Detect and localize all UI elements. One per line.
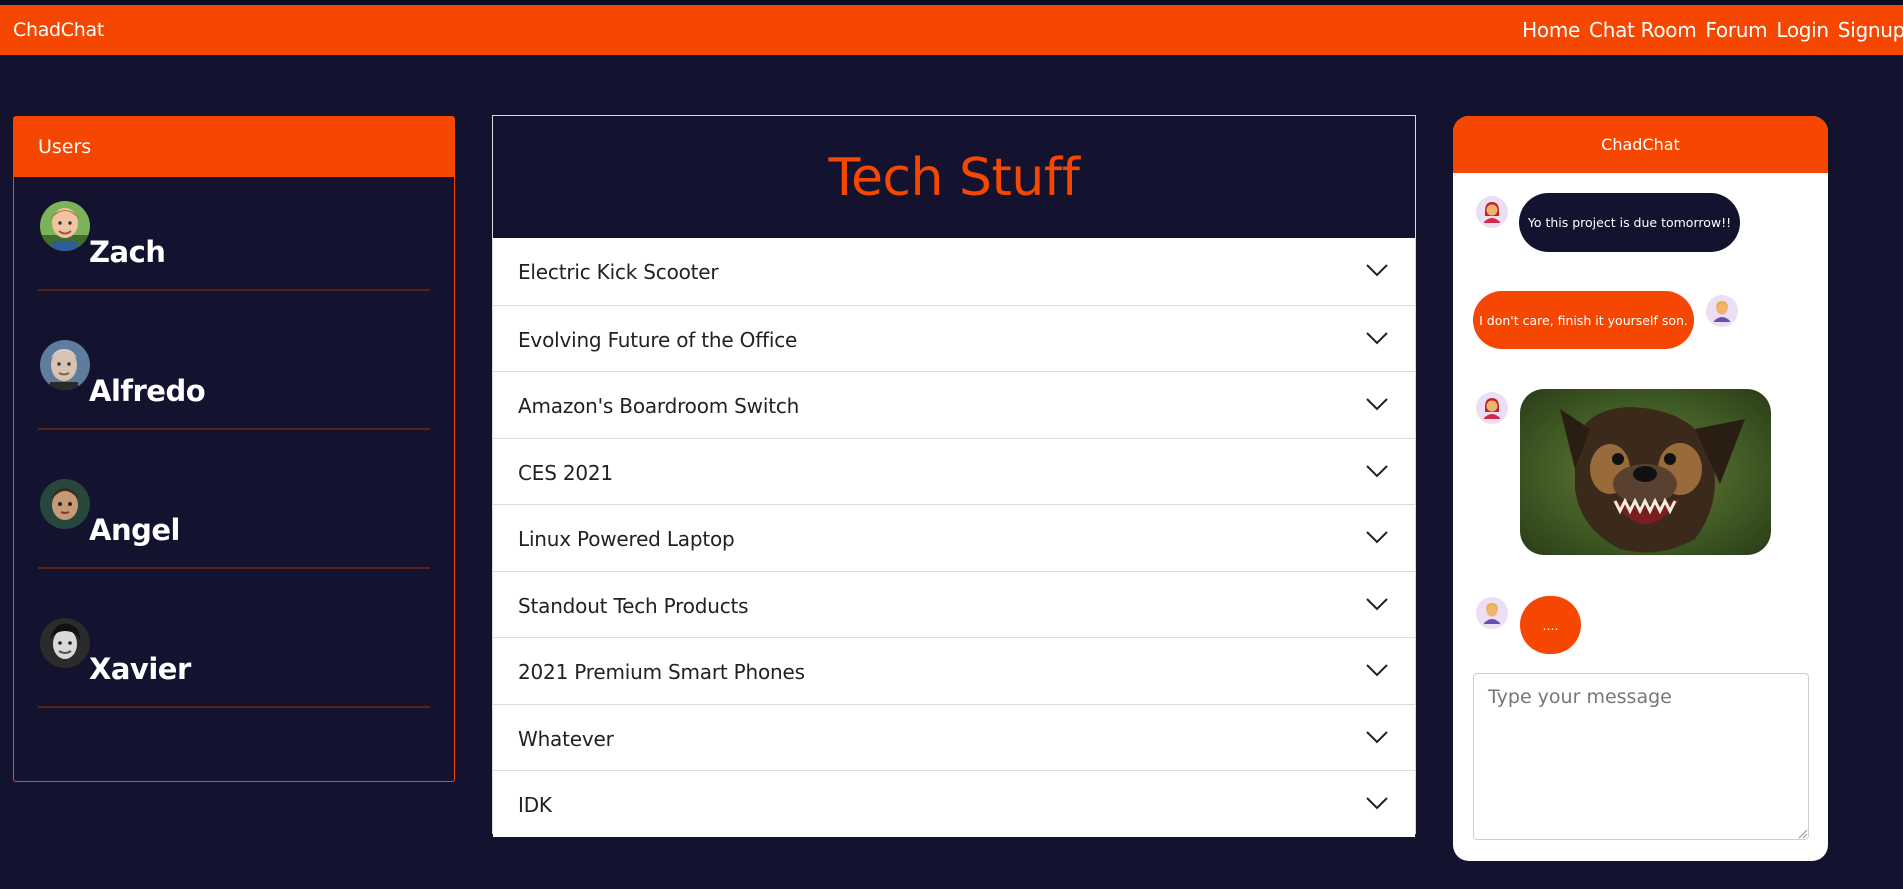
female-user-icon	[1476, 196, 1508, 228]
chevron-down-icon	[1366, 264, 1388, 277]
users-header: Users	[14, 117, 454, 177]
nav-link-chat-room[interactable]: Chat Room	[1589, 19, 1697, 41]
user-item-xavier[interactable]: Xavier	[38, 594, 430, 708]
user-item-zach[interactable]: Zach	[38, 177, 430, 291]
user-name: Xavier	[89, 652, 191, 686]
nav-link-forum[interactable]: Forum	[1705, 19, 1767, 41]
accordion-label: 2021 Premium Smart Phones	[518, 660, 805, 684]
resize-grip-icon[interactable]	[1796, 827, 1808, 839]
accordion-item[interactable]: Standout Tech Products	[493, 570, 1415, 637]
navbar: ChadChat Home Chat Room Forum Login Sign…	[0, 5, 1903, 55]
chat-typing-bubble: ....	[1520, 596, 1581, 654]
avatar	[40, 201, 90, 251]
female-user-icon	[1476, 392, 1508, 424]
chat-message-bubble: Yo this project is due tomorrow!!	[1519, 193, 1740, 252]
chevron-down-icon	[1366, 464, 1388, 477]
chevron-down-icon	[1366, 398, 1388, 411]
users-panel: Users Zach Alfredo Angel Xavier	[13, 116, 455, 782]
accordion-item[interactable]: Evolving Future of the Office	[493, 304, 1415, 371]
user-item-alfredo[interactable]: Alfredo	[38, 316, 430, 430]
message-input[interactable]	[1473, 673, 1809, 840]
forum-panel: Tech Stuff Electric Kick Scooter Evolvin…	[492, 115, 1416, 837]
forum-title: Tech Stuff	[828, 148, 1080, 208]
accordion-item[interactable]: CES 2021	[493, 437, 1415, 504]
user-name: Alfredo	[89, 374, 206, 408]
user-name: Angel	[89, 513, 180, 547]
chat-message-bubble: I don't care, finish it yourself son.	[1473, 291, 1694, 349]
accordion-label: Linux Powered Laptop	[518, 527, 735, 551]
avatar	[40, 340, 90, 390]
accordion-item[interactable]: Electric Kick Scooter	[493, 238, 1415, 305]
user-name: Zach	[89, 235, 166, 269]
avatar	[40, 479, 90, 529]
accordion-label: Whatever	[518, 726, 614, 751]
chevron-down-icon	[1366, 331, 1388, 344]
accordion-label: Standout Tech Products	[518, 593, 749, 618]
accordion-item[interactable]: Whatever	[493, 703, 1415, 770]
nav-link-login[interactable]: Login	[1776, 19, 1829, 41]
nav-link-home[interactable]: Home	[1522, 19, 1580, 41]
chat-panel: ChadChat Yo this project is due tomorrow…	[1453, 116, 1828, 861]
chevron-down-icon	[1366, 664, 1388, 677]
accordion-label: Evolving Future of the Office	[518, 327, 798, 352]
male-user-icon	[1476, 597, 1508, 629]
male-user-icon	[1706, 295, 1738, 327]
avatar	[40, 618, 90, 668]
chevron-down-icon	[1366, 597, 1388, 610]
user-item-angel[interactable]: Angel	[38, 455, 430, 569]
chat-header: ChadChat	[1453, 116, 1828, 173]
accordion-label: CES 2021	[518, 460, 613, 485]
chevron-down-icon	[1366, 730, 1388, 743]
accordion-item[interactable]: Amazon's Boardroom Switch	[493, 371, 1415, 438]
accordion-item[interactable]: 2021 Premium Smart Phones	[493, 637, 1415, 704]
forum-header: Tech Stuff	[493, 116, 1415, 238]
accordion-label: IDK	[518, 793, 552, 817]
brand-logo[interactable]: ChadChat	[13, 19, 104, 41]
nav-link-signup[interactable]: Signup	[1838, 19, 1903, 41]
accordion-label: Electric Kick Scooter	[518, 260, 719, 284]
forum-accordion: Electric Kick Scooter Evolving Future of…	[493, 238, 1415, 837]
chat-image-angry-dog[interactable]	[1520, 389, 1771, 555]
chevron-down-icon	[1366, 797, 1388, 810]
nav-links: Home Chat Room Forum Login Signup	[1522, 19, 1903, 41]
accordion-label: Amazon's Boardroom Switch	[518, 394, 800, 418]
chevron-down-icon	[1366, 531, 1388, 544]
accordion-item[interactable]: Linux Powered Laptop	[493, 504, 1415, 571]
accordion-item[interactable]: IDK	[493, 770, 1415, 837]
